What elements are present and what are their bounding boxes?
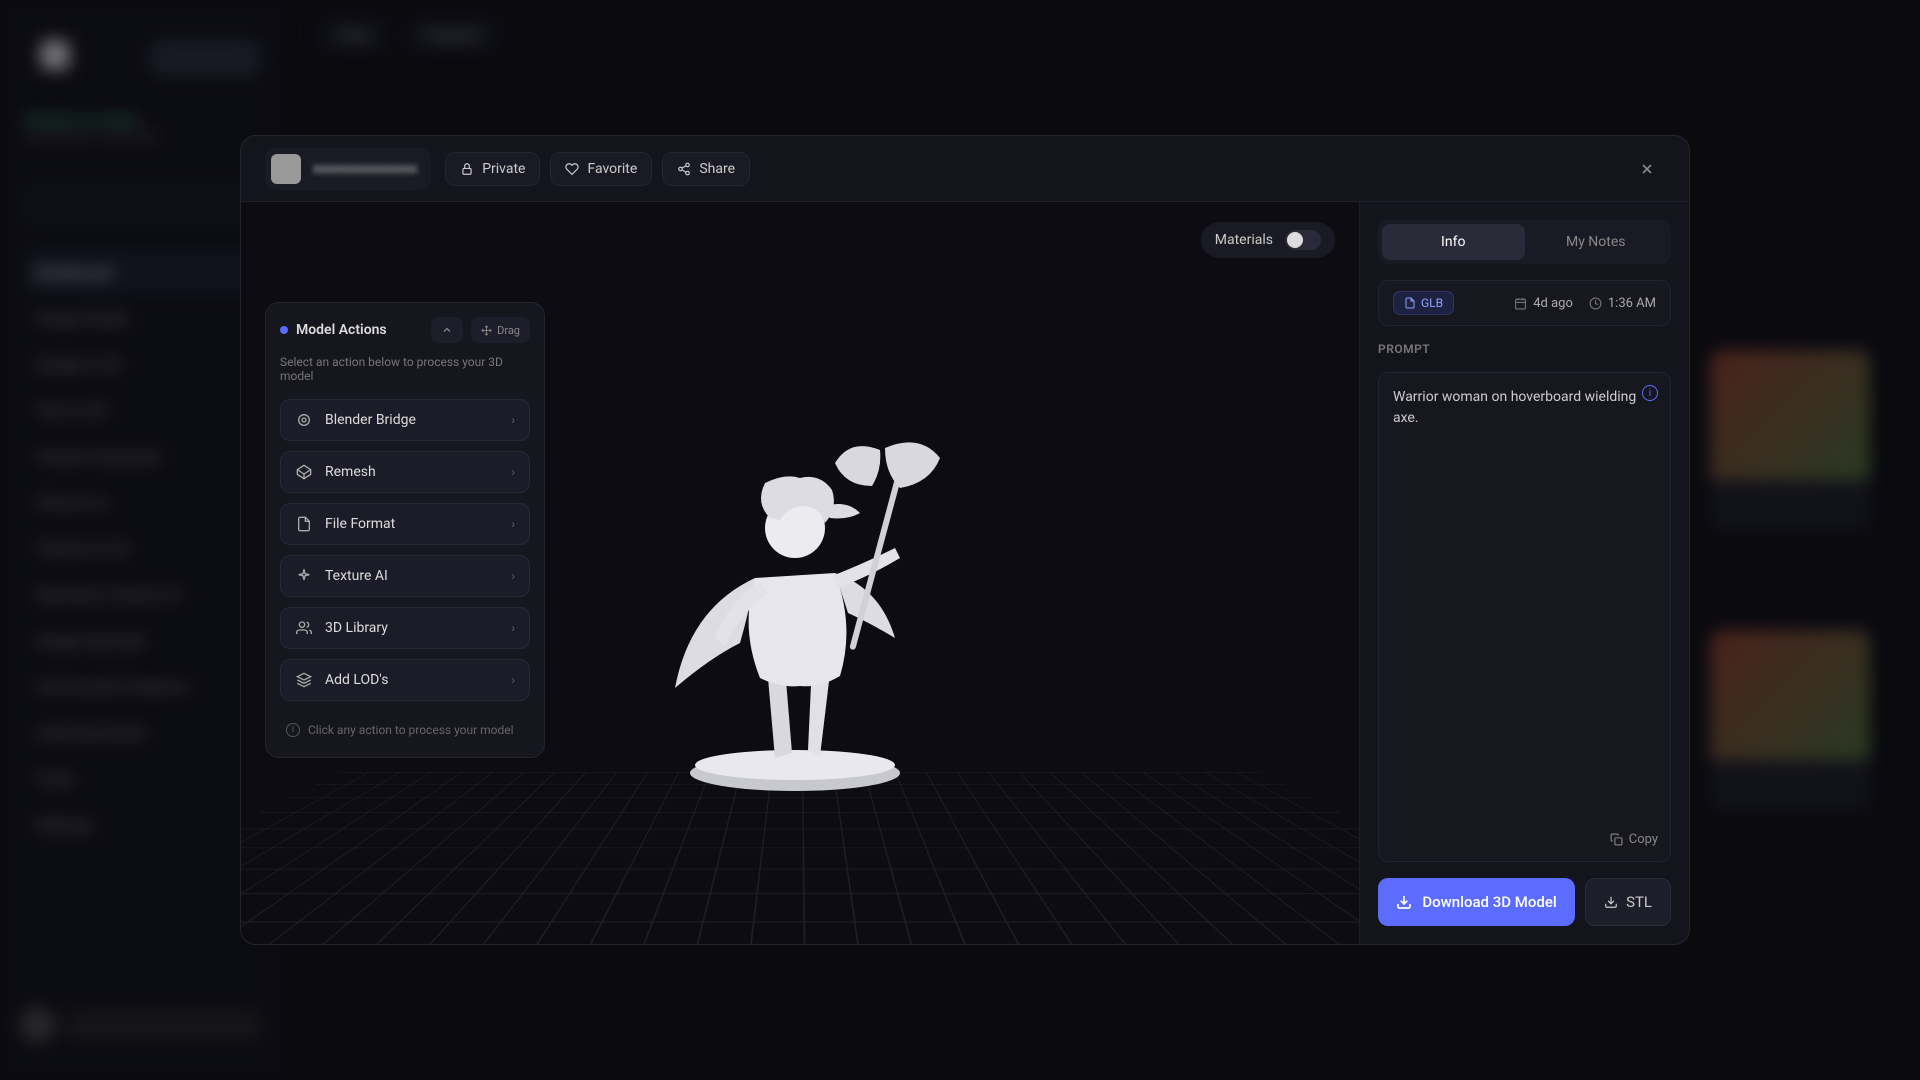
created-time: 1:36 AM — [1589, 296, 1656, 311]
action-label: Add LOD's — [325, 672, 388, 688]
time-text: 1:36 AM — [1608, 296, 1656, 311]
action-file-format[interactable]: File Format › — [280, 503, 530, 545]
share-label: Share — [699, 161, 735, 177]
chevron-right-icon: › — [511, 465, 515, 479]
blender-icon — [295, 411, 313, 429]
download-label: Download 3D Model — [1422, 893, 1556, 911]
drag-handle[interactable]: Drag — [471, 317, 530, 343]
share-button[interactable]: Share — [662, 152, 750, 186]
chevron-right-icon: › — [511, 413, 515, 427]
file-icon — [1404, 297, 1416, 309]
lock-icon — [460, 162, 474, 176]
action-label: File Format — [325, 516, 395, 532]
copy-button[interactable]: Copy — [1610, 830, 1658, 850]
action-blender-bridge[interactable]: Blender Bridge › — [280, 399, 530, 441]
action-3d-library[interactable]: 3D Library › — [280, 607, 530, 649]
chevron-up-icon — [441, 324, 453, 336]
heart-icon — [565, 162, 579, 176]
stl-button[interactable]: STL — [1585, 878, 1671, 926]
copy-label: Copy — [1629, 830, 1658, 850]
favorite-button[interactable]: Favorite — [550, 152, 652, 186]
chevron-right-icon: › — [511, 673, 515, 687]
private-button[interactable]: Private — [445, 152, 540, 186]
model-detail-modal: xxxxxxxxxxxxxxx Private Favorite Share M… — [240, 135, 1690, 945]
meta-row: GLB 4d ago 1:36 AM — [1378, 280, 1671, 326]
action-texture-ai[interactable]: Texture AI › — [280, 555, 530, 597]
model-actions-panel: Model Actions Drag Select an action belo… — [265, 302, 545, 758]
download-icon — [1604, 895, 1618, 909]
tab-info[interactable]: Info — [1382, 224, 1525, 260]
action-label: Texture AI — [325, 568, 388, 584]
3d-viewport[interactable]: Materials — [241, 202, 1359, 944]
calendar-icon — [1514, 297, 1527, 310]
action-remesh[interactable]: Remesh › — [280, 451, 530, 493]
prompt-section-label: PROMPT — [1378, 342, 1671, 356]
close-icon — [1639, 161, 1655, 177]
panel-title: Model Actions — [296, 322, 387, 338]
model-filename: xxxxxxxxxxxxxxx — [313, 161, 417, 177]
action-label: Remesh — [325, 464, 376, 480]
download-button[interactable]: Download 3D Model — [1378, 878, 1575, 926]
toggle-knob — [1287, 232, 1303, 248]
materials-label: Materials — [1215, 232, 1273, 248]
prompt-box: Warrior woman on hoverboard wielding axe… — [1378, 372, 1671, 862]
prompt-info-button[interactable]: i — [1642, 385, 1658, 401]
info-icon: i — [286, 723, 300, 737]
model-title-group: xxxxxxxxxxxxxxx — [265, 148, 431, 190]
library-icon — [295, 619, 313, 637]
action-label: 3D Library — [325, 620, 388, 636]
materials-toggle[interactable]: Materials — [1201, 222, 1335, 258]
3d-model-render[interactable] — [620, 378, 980, 798]
panel-footer-text: Click any action to process your model — [308, 723, 514, 737]
action-label: Blender Bridge — [325, 412, 416, 428]
drag-icon — [481, 325, 492, 336]
chevron-right-icon: › — [511, 621, 515, 635]
favorite-label: Favorite — [587, 161, 637, 177]
remesh-icon — [295, 463, 313, 481]
created-ago: 4d ago — [1514, 296, 1573, 311]
chevron-right-icon: › — [511, 569, 515, 583]
copy-icon — [1610, 833, 1623, 846]
detail-tabs: Info My Notes — [1378, 220, 1671, 264]
close-button[interactable] — [1629, 151, 1665, 187]
stl-label: STL — [1626, 893, 1652, 911]
clock-icon — [1589, 297, 1602, 310]
drag-label: Drag — [497, 324, 520, 337]
collapse-button[interactable] — [431, 317, 463, 343]
layers-icon — [295, 671, 313, 689]
prompt-text: Warrior woman on hoverboard wielding axe… — [1393, 389, 1636, 426]
tab-notes[interactable]: My Notes — [1525, 224, 1668, 260]
file-icon — [295, 515, 313, 533]
panel-indicator-dot — [280, 326, 288, 334]
sparkle-icon — [295, 567, 313, 585]
format-badge: GLB — [1393, 291, 1454, 315]
details-panel: Info My Notes GLB 4d ago 1:36 AM — [1359, 202, 1689, 944]
toggle-switch[interactable] — [1285, 230, 1321, 250]
panel-footer: i Click any action to process your model — [280, 717, 530, 743]
download-icon — [1396, 894, 1412, 910]
private-label: Private — [482, 161, 525, 177]
panel-subtitle: Select an action below to process your 3… — [280, 355, 530, 383]
format-text: GLB — [1421, 296, 1443, 310]
modal-header: xxxxxxxxxxxxxxx Private Favorite Share — [241, 136, 1689, 202]
action-add-lods[interactable]: Add LOD's › — [280, 659, 530, 701]
chevron-right-icon: › — [511, 517, 515, 531]
ago-text: 4d ago — [1533, 296, 1573, 311]
share-icon — [677, 162, 691, 176]
model-thumbnail — [271, 154, 301, 184]
